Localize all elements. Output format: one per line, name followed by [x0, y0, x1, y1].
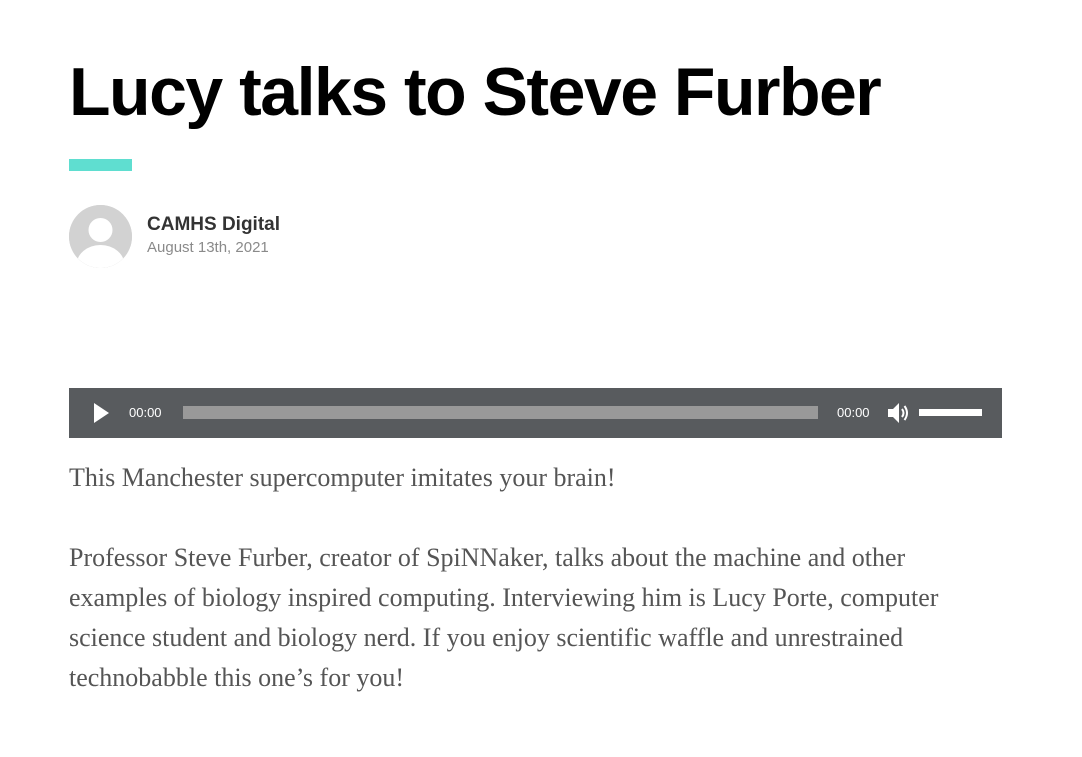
- page-title: Lucy talks to Steve Furber: [69, 54, 882, 130]
- current-time: 00:00: [129, 405, 162, 420]
- volume-icon: [888, 403, 908, 423]
- title-accent-bar: [69, 159, 132, 171]
- content-paragraph-1: This Manchester supercomputer imitates y…: [69, 463, 616, 492]
- play-icon: [94, 403, 109, 423]
- duration-time: 00:00: [837, 405, 870, 420]
- mute-button[interactable]: [887, 401, 911, 425]
- author-name[interactable]: CAMHS Digital: [147, 214, 280, 236]
- post-date: August 13th, 2021: [147, 239, 269, 256]
- default-avatar-icon: [69, 205, 132, 268]
- volume-slider[interactable]: [919, 409, 982, 416]
- volume-fill: [919, 409, 982, 416]
- content-paragraph-2: Professor Steve Furber, creator of SpiNN…: [69, 543, 939, 692]
- avatar: [69, 205, 132, 268]
- play-button[interactable]: [90, 402, 112, 424]
- progress-bar[interactable]: [183, 406, 818, 419]
- author-block: CAMHS Digital August 13th, 2021: [69, 205, 469, 269]
- audio-player: 00:00 00:00: [69, 388, 1002, 438]
